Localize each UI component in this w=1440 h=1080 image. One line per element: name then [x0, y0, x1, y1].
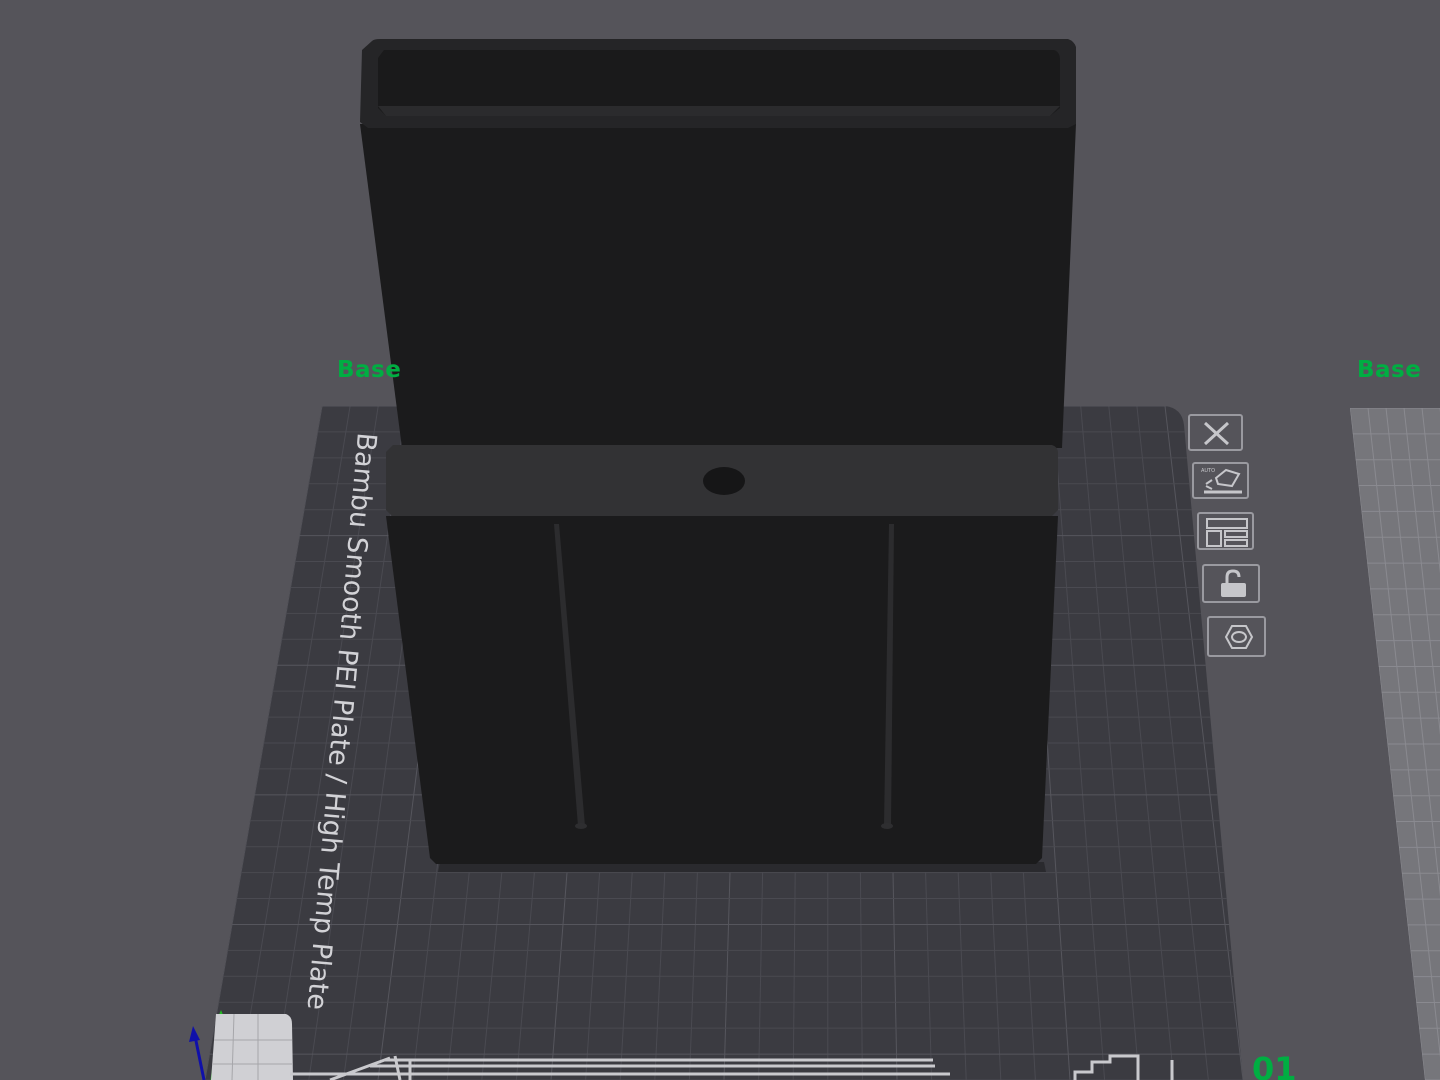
close-icon	[1203, 421, 1230, 446]
plate-index-label: 01	[1252, 1050, 1297, 1080]
model-front-wall[interactable]	[386, 516, 1058, 864]
lock-icon	[1221, 569, 1246, 597]
arrange-plate-button[interactable]	[1197, 512, 1254, 550]
auto-orient-plate-button[interactable]: AUTO	[1192, 462, 1249, 499]
plate-name-label-main[interactable]: Base	[337, 357, 401, 383]
axis-z-arrow	[189, 1026, 200, 1042]
arrange-icon	[1206, 518, 1248, 547]
plate-logo-block	[211, 1014, 293, 1080]
model-rib-right-foot	[881, 823, 893, 829]
svg-text:AUTO: AUTO	[1201, 468, 1215, 474]
3d-viewport[interactable]: Bambu Smooth PEI Plate / High Temp Plate	[0, 0, 1440, 1080]
remove-plate-button[interactable]	[1188, 414, 1243, 451]
lock-plate-button[interactable]	[1202, 564, 1260, 603]
auto-orient-icon: AUTO	[1201, 468, 1242, 494]
model-rib-left-foot	[575, 823, 587, 829]
model-inner-floor-edge	[378, 106, 1060, 116]
plate-name-label-side[interactable]: Base	[1357, 357, 1421, 383]
model-back-wall[interactable]	[360, 124, 1076, 448]
settings-icon	[1224, 625, 1254, 649]
plate-settings-button[interactable]	[1207, 616, 1266, 657]
model-screw-hole	[703, 467, 745, 495]
axis-z-line	[193, 1035, 206, 1080]
